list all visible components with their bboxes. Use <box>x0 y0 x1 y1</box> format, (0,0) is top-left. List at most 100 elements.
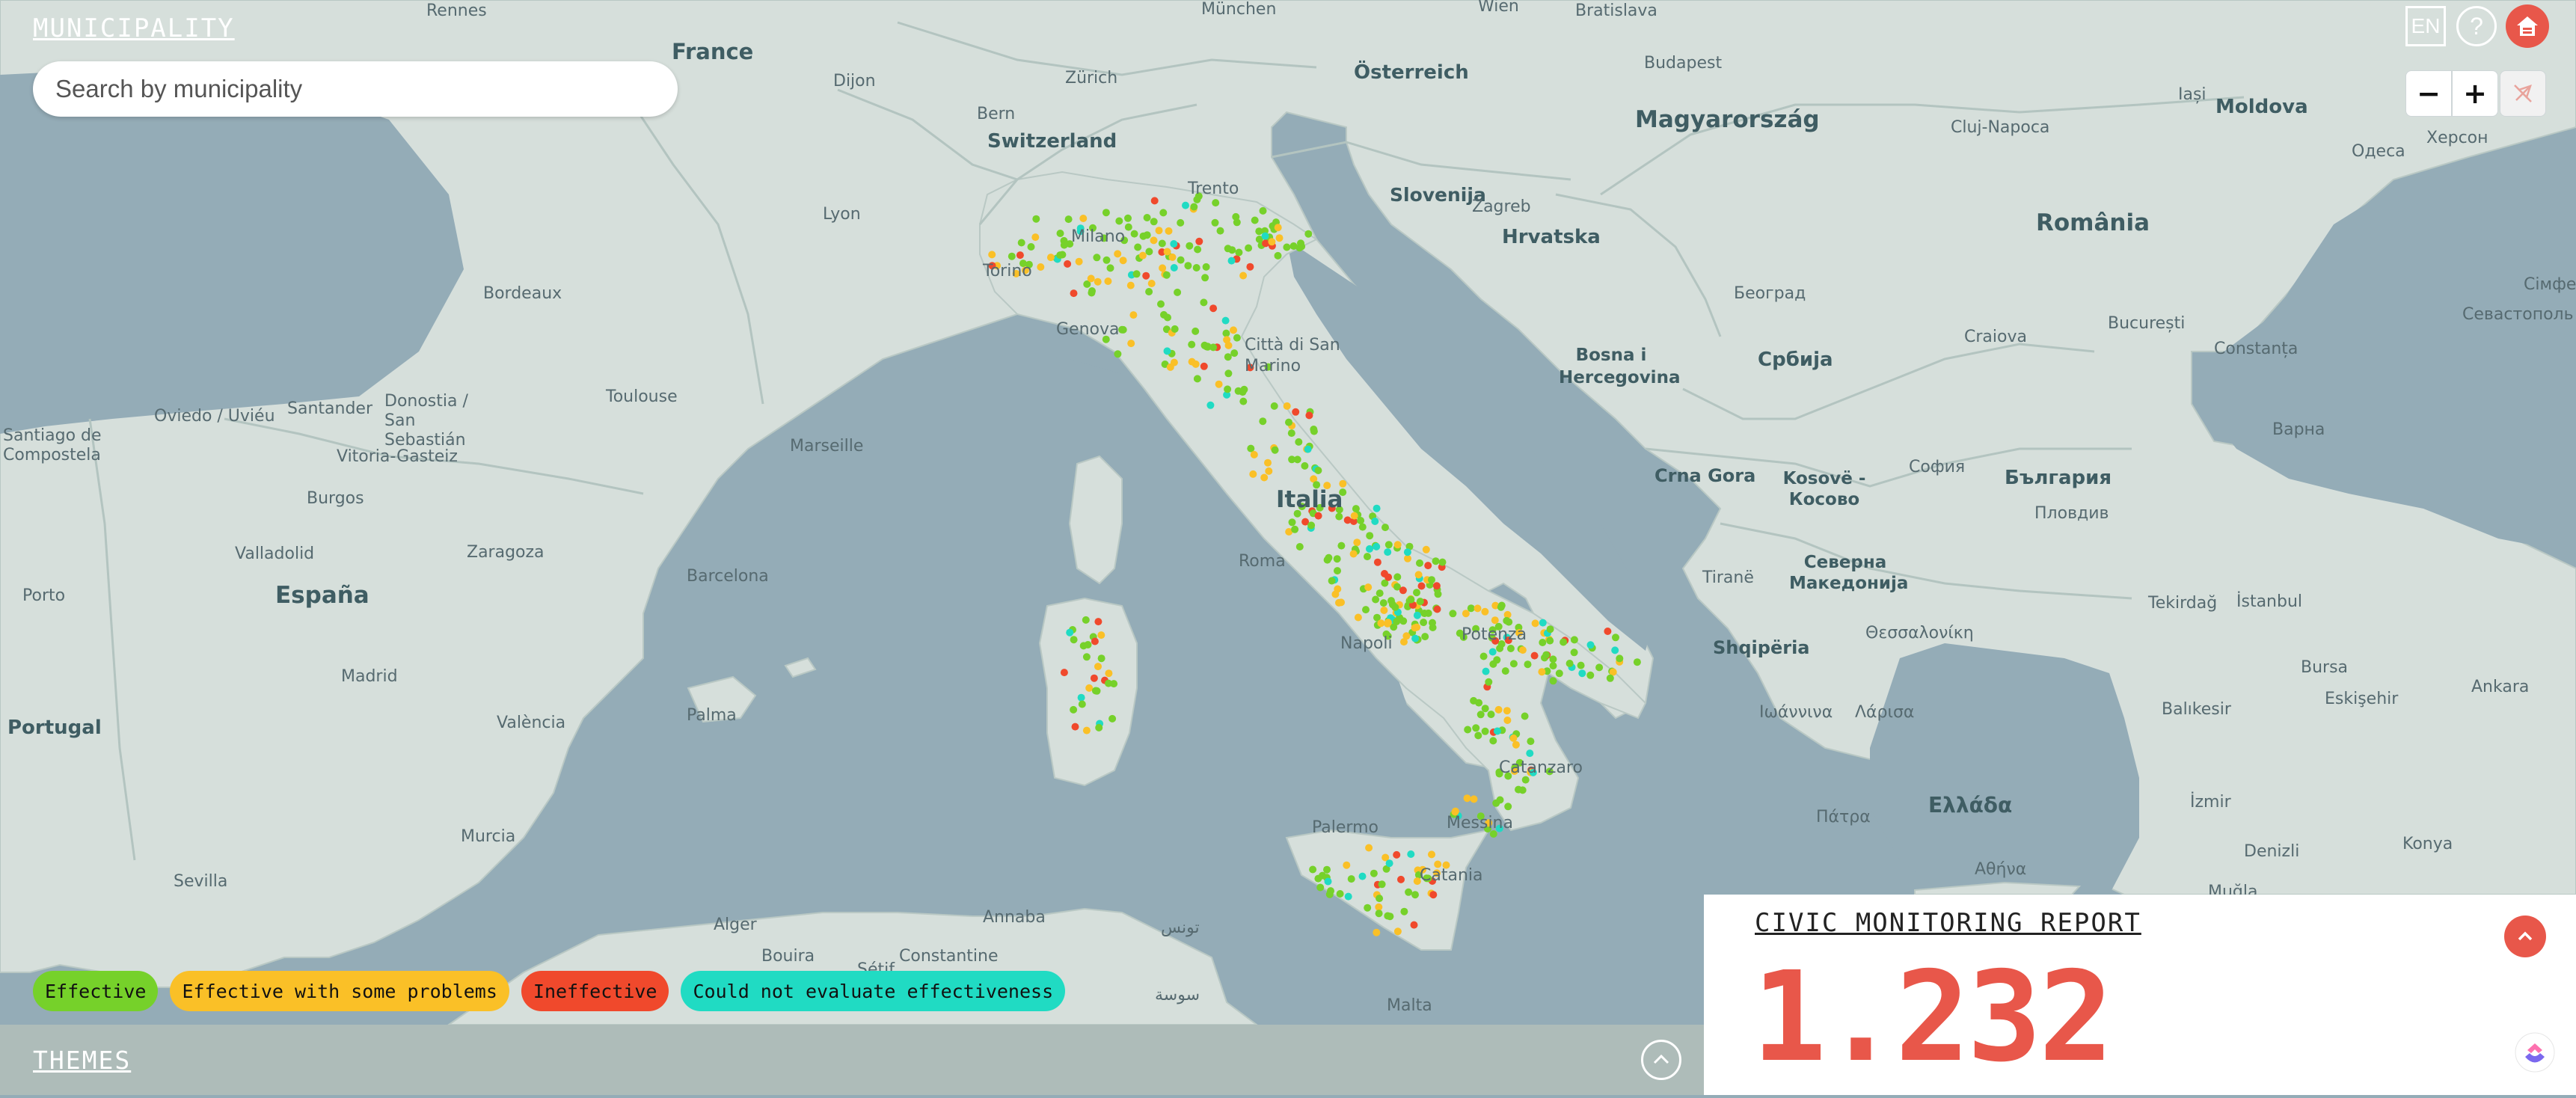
monitoring-point[interactable] <box>1578 669 1586 678</box>
monitoring-point[interactable] <box>1224 353 1232 361</box>
monitoring-point[interactable] <box>1093 254 1101 262</box>
monitoring-point[interactable] <box>1265 467 1273 475</box>
monitoring-point[interactable] <box>1481 727 1489 735</box>
monitoring-point[interactable] <box>1261 232 1269 240</box>
monitoring-point[interactable] <box>1094 618 1103 626</box>
monitoring-point[interactable] <box>1124 214 1132 222</box>
monitoring-point[interactable] <box>1221 316 1230 325</box>
monitoring-point[interactable] <box>1358 523 1367 531</box>
monitoring-point[interactable] <box>1416 559 1423 567</box>
monitoring-point[interactable] <box>1259 206 1267 215</box>
monitoring-point[interactable] <box>1250 450 1258 458</box>
monitoring-point[interactable] <box>1325 890 1334 898</box>
monitoring-point[interactable] <box>1362 606 1370 614</box>
monitoring-point[interactable] <box>1060 669 1068 677</box>
monitoring-point[interactable] <box>1163 347 1171 355</box>
monitoring-point[interactable] <box>1084 641 1092 648</box>
monitoring-point[interactable] <box>1424 609 1432 617</box>
monitoring-point[interactable] <box>1357 517 1365 524</box>
monitoring-point[interactable] <box>1031 233 1040 242</box>
monitoring-point[interactable] <box>1097 654 1105 663</box>
monitoring-point[interactable] <box>1344 892 1352 901</box>
monitoring-point[interactable] <box>1114 350 1122 358</box>
monitoring-point[interactable] <box>1384 573 1393 581</box>
monitoring-point[interactable] <box>1501 667 1509 675</box>
monitoring-point[interactable] <box>1335 512 1343 521</box>
monitoring-point[interactable] <box>1493 727 1501 735</box>
monitoring-point[interactable] <box>1549 655 1557 663</box>
monitoring-point[interactable] <box>1200 298 1208 307</box>
monitoring-point[interactable] <box>1251 216 1259 224</box>
monitoring-point[interactable] <box>1091 637 1099 645</box>
monitoring-point[interactable] <box>1270 402 1278 410</box>
monitoring-point[interactable] <box>1546 637 1554 645</box>
monitoring-point[interactable] <box>1420 619 1428 627</box>
monitoring-point[interactable] <box>1262 239 1270 248</box>
monitoring-point[interactable] <box>1492 799 1500 807</box>
monitoring-point[interactable] <box>1174 288 1182 296</box>
monitoring-point[interactable] <box>1414 571 1423 579</box>
monitoring-point[interactable] <box>1467 604 1475 613</box>
monitoring-point[interactable] <box>1633 658 1641 666</box>
monitoring-point[interactable] <box>1235 248 1243 257</box>
monitoring-point[interactable] <box>1143 231 1151 239</box>
monitoring-point[interactable] <box>1366 545 1373 553</box>
monitoring-point[interactable] <box>1075 257 1083 266</box>
themes-title[interactable]: THEMES <box>33 1046 131 1075</box>
monitoring-point[interactable] <box>1126 281 1135 289</box>
monitoring-point[interactable] <box>1482 667 1490 675</box>
monitoring-point[interactable] <box>1087 274 1095 283</box>
monitoring-point[interactable] <box>1336 890 1344 898</box>
monitoring-point[interactable] <box>1295 244 1304 252</box>
monitoring-point[interactable] <box>1539 619 1547 627</box>
monitoring-point[interactable] <box>1143 214 1151 221</box>
monitoring-point[interactable] <box>1155 227 1163 235</box>
monitoring-point[interactable] <box>1577 661 1585 669</box>
monitoring-point[interactable] <box>1595 663 1604 672</box>
monitoring-point[interactable] <box>1119 257 1127 265</box>
monitoring-point[interactable] <box>1091 687 1100 695</box>
monitoring-point[interactable] <box>1060 241 1068 249</box>
monitoring-point[interactable] <box>1064 260 1072 268</box>
monitoring-point[interactable] <box>1127 340 1135 348</box>
monitoring-point[interactable] <box>1411 634 1420 642</box>
monitoring-point[interactable] <box>1283 243 1291 251</box>
monitoring-point[interactable] <box>1366 532 1374 540</box>
monitoring-point[interactable] <box>1403 548 1411 556</box>
monitoring-point[interactable] <box>1393 850 1401 859</box>
monitoring-point[interactable] <box>1350 512 1358 520</box>
monitoring-point[interactable] <box>1378 880 1386 889</box>
monitoring-point[interactable] <box>1353 539 1361 547</box>
monitoring-point[interactable] <box>1056 251 1064 260</box>
monitoring-point[interactable] <box>1159 264 1167 272</box>
home-button[interactable] <box>2506 4 2549 48</box>
monitoring-point[interactable] <box>1407 850 1415 858</box>
monitoring-point[interactable] <box>1124 223 1132 231</box>
monitoring-point[interactable] <box>1479 652 1488 660</box>
monitoring-point[interactable] <box>1504 803 1512 811</box>
monitoring-point[interactable] <box>1421 633 1429 641</box>
monitoring-point[interactable] <box>1542 651 1551 659</box>
monitoring-point[interactable] <box>1071 723 1079 731</box>
themes-toggle-button[interactable] <box>1641 1040 1681 1080</box>
monitoring-point[interactable] <box>1129 311 1138 319</box>
monitoring-point[interactable] <box>1285 418 1292 426</box>
monitoring-point[interactable] <box>1539 639 1547 646</box>
monitoring-point[interactable] <box>1142 272 1150 280</box>
monitoring-point[interactable] <box>1570 636 1578 644</box>
monitoring-point[interactable] <box>1070 636 1078 644</box>
language-button[interactable]: EN <box>2405 6 2446 46</box>
monitoring-point[interactable] <box>1489 737 1497 745</box>
monitoring-point[interactable] <box>1399 586 1407 595</box>
monitoring-point[interactable] <box>1324 877 1332 886</box>
monitoring-point[interactable] <box>1555 669 1563 678</box>
monitoring-point[interactable] <box>1163 248 1171 256</box>
monitoring-point[interactable] <box>1518 646 1527 654</box>
monitoring-point[interactable] <box>1145 288 1153 295</box>
monitoring-point[interactable] <box>1549 662 1557 670</box>
monitoring-point[interactable] <box>1230 326 1237 334</box>
monitoring-point[interactable] <box>1274 251 1282 260</box>
monitoring-point[interactable] <box>1521 712 1529 720</box>
monitoring-point[interactable] <box>1079 215 1088 222</box>
locate-button[interactable] <box>2500 70 2546 117</box>
